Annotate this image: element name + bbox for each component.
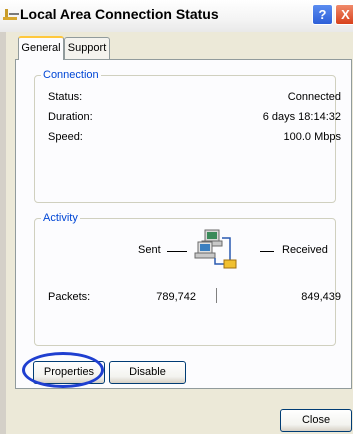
packets-received-value: 849,439 (301, 291, 341, 303)
status-label: Status: (48, 91, 83, 103)
packets-sent-value: 789,742 (156, 291, 196, 303)
help-icon: ? (318, 7, 327, 22)
speed-label: Speed: (48, 131, 83, 143)
duration-value: 6 days 18:14:32 (262, 111, 341, 123)
sent-label: Sent (138, 244, 161, 256)
window-left-border (0, 32, 6, 434)
window-title: Local Area Connection Status (20, 6, 219, 22)
network-activity-icon (194, 229, 237, 269)
close-button[interactable]: Close (280, 409, 352, 432)
sent-line (167, 251, 187, 252)
disable-button[interactable]: Disable (109, 361, 186, 384)
title-bar[interactable]: Local Area Connection Status ? X (0, 0, 353, 32)
tab-general[interactable]: General (18, 36, 64, 60)
received-line (260, 251, 274, 252)
close-window-button[interactable]: X (335, 4, 353, 25)
connection-legend: Connection (41, 69, 101, 81)
activity-group: Activity (34, 212, 336, 346)
tab-support[interactable]: Support (64, 37, 110, 59)
activity-legend: Activity (41, 212, 80, 224)
status-value: Connected (287, 91, 341, 103)
duration-label: Duration: (48, 111, 93, 123)
packets-separator (216, 288, 217, 303)
speed-value: 100.0 Mbps (283, 131, 341, 143)
help-button[interactable]: ? (312, 4, 333, 25)
received-label: Received (282, 244, 328, 256)
close-icon: X (341, 7, 350, 22)
properties-highlight-circle (22, 352, 104, 388)
packets-label: Packets: (48, 291, 91, 303)
network-connection-icon (3, 9, 19, 20)
general-tab-panel: Connection Status: Connected Duration: 6… (15, 59, 352, 389)
